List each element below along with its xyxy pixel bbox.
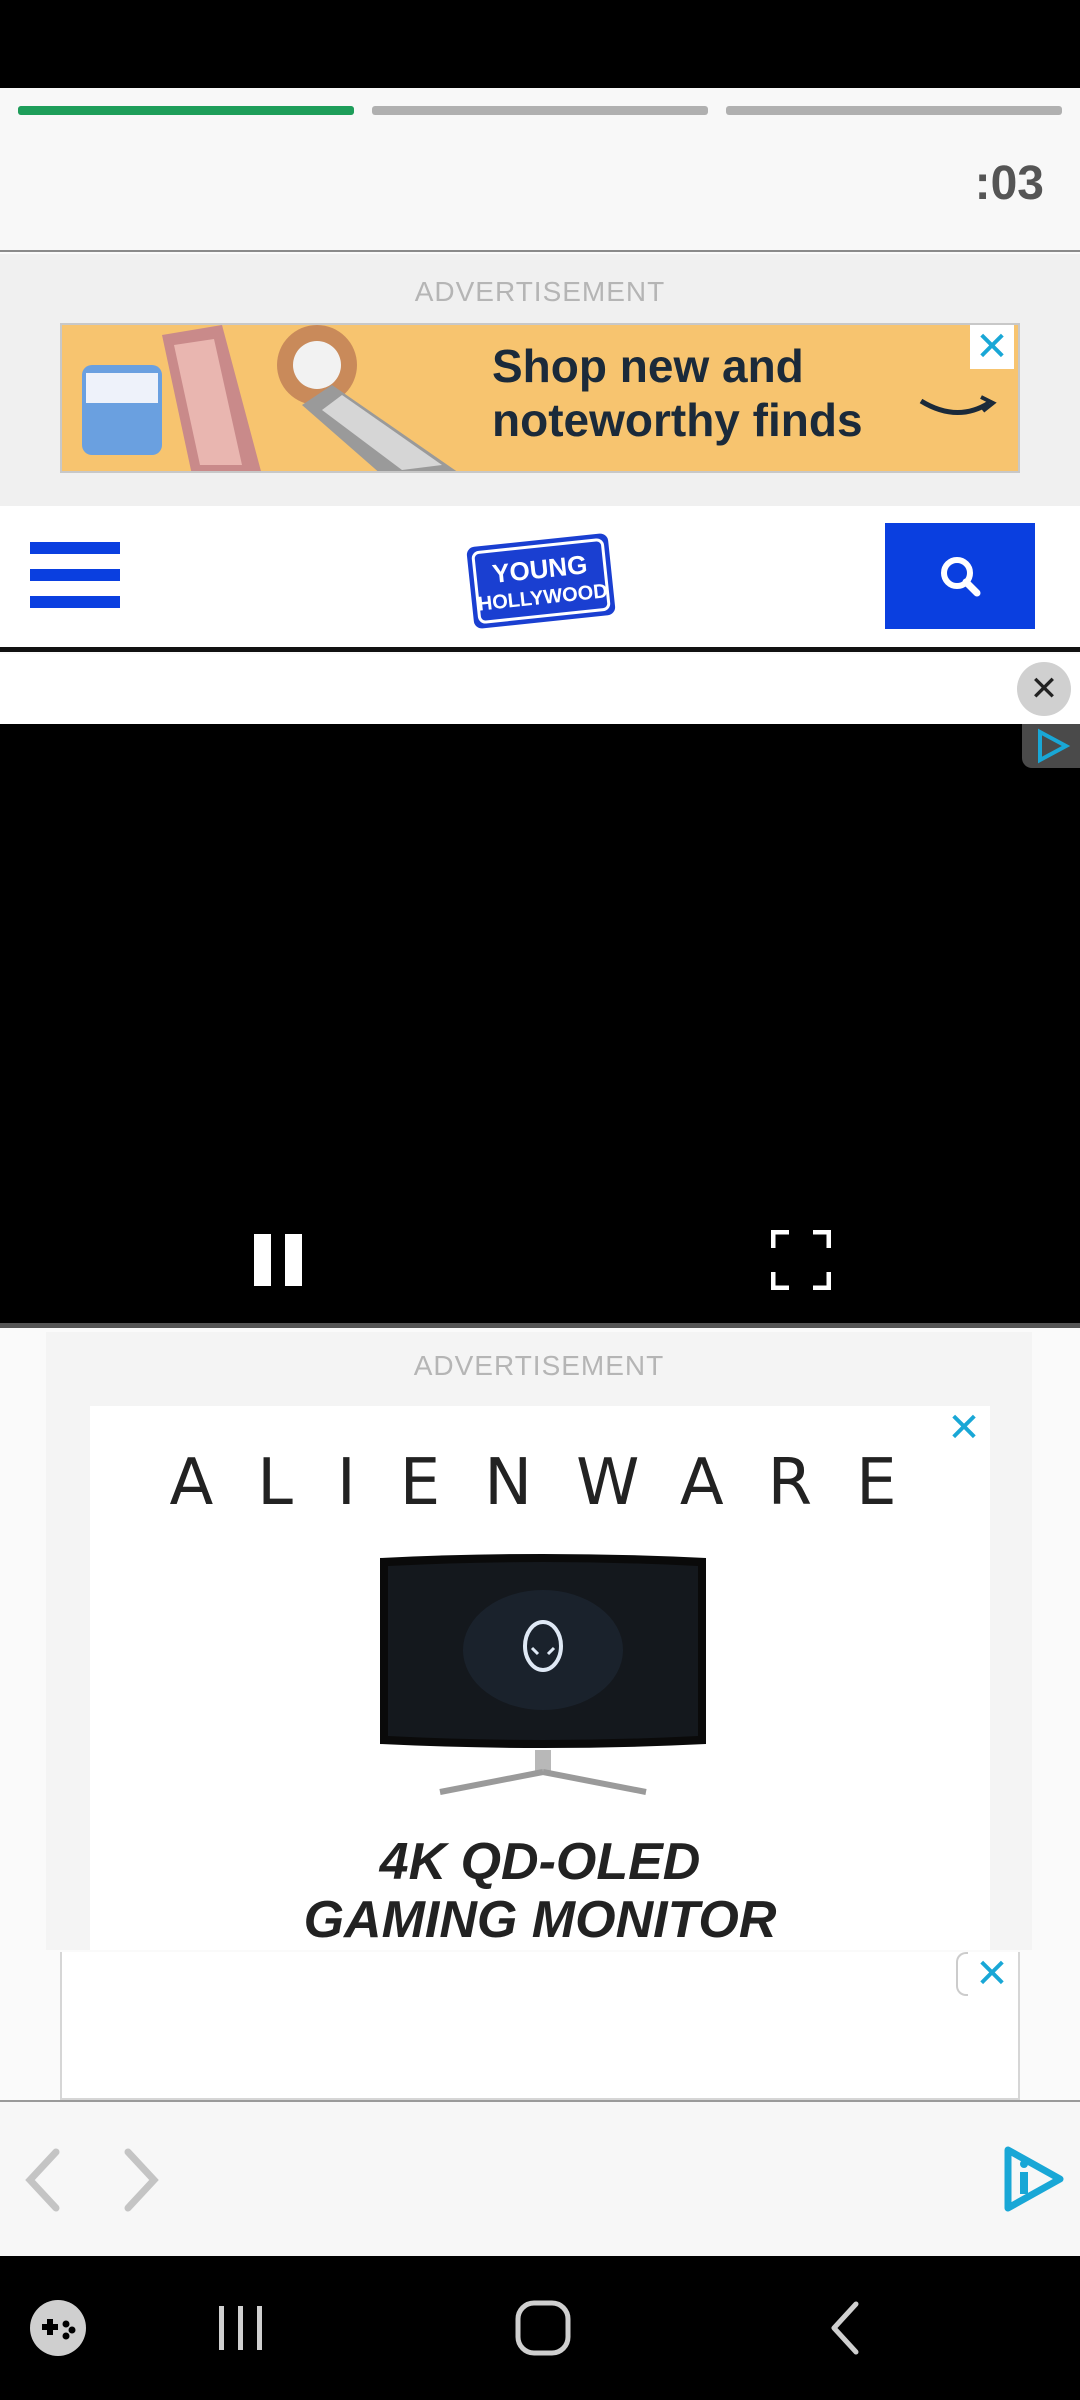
ad-label: ADVERTISEMENT bbox=[413, 1350, 665, 1381]
chevron-right-icon[interactable] bbox=[108, 2140, 168, 2220]
young-hollywood-logo[interactable]: YOUNG HOLLYWOOD bbox=[462, 526, 620, 636]
close-icon[interactable]: ✕ bbox=[942, 1406, 986, 1450]
story-progress-fill bbox=[18, 106, 354, 115]
close-icon[interactable]: ✕ bbox=[1017, 662, 1071, 716]
middle-advertisement: ADVERTISEMENT ALIENWARE 4K QD-OLED GAMIN… bbox=[46, 1332, 1032, 1950]
bottom-advertisement[interactable]: ✕ bbox=[60, 1952, 1020, 2100]
alienware-ad-banner[interactable]: ALIENWARE 4K QD-OLED GAMING MONITOR ✕ bbox=[90, 1406, 990, 1950]
ad-headline-line-2: noteworthy finds bbox=[492, 394, 863, 446]
system-navigation-bar bbox=[0, 2256, 1080, 2400]
story-timer: :03 bbox=[974, 157, 1044, 210]
video-header-space bbox=[0, 654, 1080, 724]
close-icon[interactable]: ✕ bbox=[970, 1952, 1014, 1996]
ad-headline-line-2: GAMING MONITOR bbox=[303, 1891, 777, 1949]
close-icon[interactable]: ✕ bbox=[970, 325, 1014, 369]
story-progress-segment bbox=[18, 106, 354, 115]
amazon-smile-icon bbox=[919, 395, 997, 415]
video-player[interactable] bbox=[0, 724, 1080, 1328]
monitor-image bbox=[380, 1554, 706, 1795]
home-icon[interactable] bbox=[513, 2298, 573, 2358]
ad-headline-line-1: 4K QD-OLED bbox=[379, 1833, 701, 1891]
story-header: :03 bbox=[0, 88, 1080, 252]
product-images bbox=[82, 325, 457, 471]
fullscreen-icon[interactable] bbox=[771, 1230, 831, 1290]
ad-label: ADVERTISEMENT bbox=[414, 276, 666, 307]
ad-tab bbox=[956, 1952, 968, 1996]
search-button[interactable] bbox=[885, 523, 1035, 629]
recents-icon[interactable] bbox=[211, 2298, 271, 2358]
hamburger-menu-icon[interactable] bbox=[30, 542, 120, 608]
pause-icon[interactable] bbox=[254, 1234, 302, 1286]
site-header: YOUNG HOLLYWOOD bbox=[0, 506, 1080, 652]
game-launcher-icon[interactable] bbox=[28, 2298, 88, 2358]
status-bar bbox=[0, 0, 1080, 88]
story-progress-segment bbox=[726, 106, 1062, 115]
adchoices-icon[interactable] bbox=[1022, 724, 1080, 768]
back-icon[interactable] bbox=[816, 2298, 876, 2358]
ad-headline-line-1: Shop new and bbox=[492, 340, 804, 392]
amazon-ad-banner[interactable]: Shop new and noteworthy finds ✕ bbox=[60, 323, 1020, 473]
chevron-left-icon[interactable] bbox=[16, 2140, 76, 2220]
top-advertisement: ADVERTISEMENT Shop new and noteworthy fi… bbox=[0, 254, 1080, 506]
search-icon bbox=[941, 557, 981, 597]
alienware-logo: ALIENWARE bbox=[169, 1446, 941, 1520]
story-progress-segment bbox=[372, 106, 708, 115]
ad-headline: Shop new and noteworthy finds bbox=[492, 339, 863, 447]
play-info-icon[interactable] bbox=[998, 2144, 1068, 2214]
story-navigation bbox=[0, 2100, 1080, 2256]
video-progress-bar[interactable] bbox=[0, 1323, 1080, 1328]
